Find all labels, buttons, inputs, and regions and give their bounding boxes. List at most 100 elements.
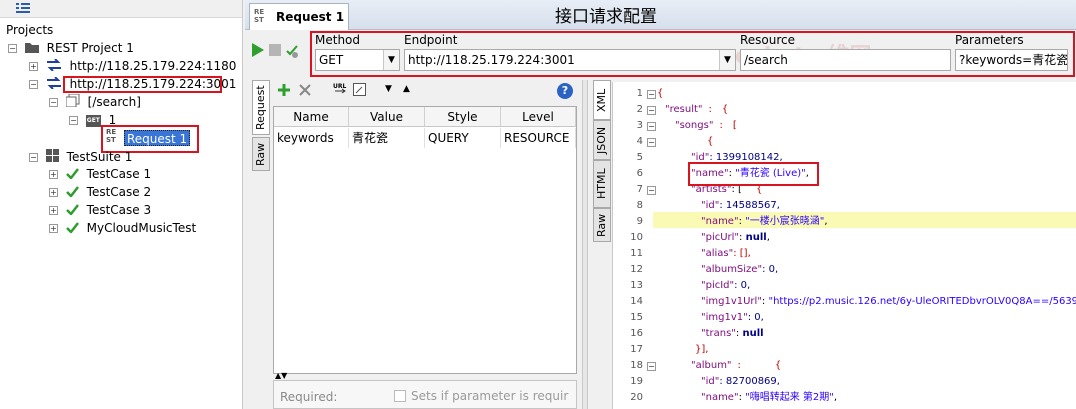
tab-raw[interactable]: Raw: [252, 137, 270, 171]
code-line: "result":{: [665, 104, 729, 115]
fold-icon[interactable]: −: [647, 122, 656, 131]
line-number: 17: [630, 344, 643, 355]
service-icon: [46, 57, 62, 76]
expand-icon[interactable]: +: [49, 170, 58, 179]
column-header[interactable]: Name: [274, 107, 349, 127]
tree-item-testsuite[interactable]: − TestSuite 1: [29, 148, 132, 166]
resource-label: [/search]: [87, 95, 141, 109]
request-editor: RE ST Request 1 接口请求配置 cnbeta 维网 Method …: [245, 0, 1076, 409]
table-cell[interactable]: QUERY: [425, 128, 501, 148]
line-number: 20: [630, 392, 643, 403]
tab-xml[interactable]: XML: [593, 80, 611, 120]
line-number: 2: [636, 104, 643, 115]
testsuite-label: TestSuite 1: [66, 150, 133, 164]
remove-param-button[interactable]: [299, 84, 311, 99]
line-number: 8: [636, 200, 643, 211]
column-header[interactable]: Level: [501, 107, 576, 127]
fold-icon[interactable]: −: [647, 138, 656, 147]
service-label: http://118.25.179.224:1180: [69, 59, 237, 73]
line-number: 15: [630, 312, 643, 323]
collapse-icon[interactable]: −: [49, 98, 58, 107]
tree-item-service-1[interactable]: + http://118.25.179.224:1180: [29, 57, 236, 75]
expand-icon[interactable]: +: [29, 62, 38, 71]
tab-json[interactable]: JSON: [593, 120, 611, 160]
highlight-box: [63, 76, 222, 93]
tree-item-testcase[interactable]: + TestCase 2: [49, 183, 151, 201]
response-json-view[interactable]: 1 2 3 4 5 6 7 8 9 10 11 12 13 14 15 16 1…: [612, 82, 1076, 409]
get-method-icon: GET: [85, 114, 101, 127]
code-line: "picUrl": null,: [701, 232, 770, 243]
line-number: 10: [630, 232, 643, 243]
testcase-label: TestCase 3: [86, 203, 152, 217]
code-line: {: [707, 136, 714, 147]
tab-request[interactable]: Request: [252, 80, 270, 135]
tab-request-1[interactable]: RE ST Request 1: [249, 3, 349, 30]
options-icon[interactable]: [285, 44, 299, 61]
tree-item-testcase[interactable]: + MyCloudMusicTest: [49, 219, 196, 237]
splitter[interactable]: [582, 80, 588, 409]
testcase-label: TestCase 1: [86, 167, 152, 181]
edit-icon[interactable]: [353, 83, 366, 99]
fold-icon[interactable]: −: [647, 186, 656, 195]
tree-item-testcase[interactable]: + TestCase 3: [49, 201, 151, 219]
collapse-icon[interactable]: −: [29, 80, 38, 89]
svg-text:URL: URL: [333, 83, 346, 90]
testcase-label: TestCase 2: [86, 185, 152, 199]
code-line: "alias": [],: [701, 248, 751, 259]
rest-request-icon: RE ST: [254, 8, 265, 24]
editor-tab-bar: RE ST Request 1 接口请求配置: [245, 0, 1076, 30]
projects-heading: Projects: [6, 23, 54, 37]
testsuite-icon: [45, 148, 59, 167]
check-icon: [65, 166, 79, 184]
line-number: 14: [630, 296, 643, 307]
list-icon[interactable]: [16, 3, 30, 14]
column-header[interactable]: Value: [349, 107, 425, 127]
params-table: Name Value Style Level keywords 青花瓷 QUER…: [273, 106, 577, 374]
plus-icon: [278, 84, 290, 96]
code-line: }],: [695, 344, 709, 355]
fold-icon[interactable]: −: [647, 90, 656, 99]
line-number: 1: [636, 88, 643, 99]
tree-item-project[interactable]: − REST Project 1: [8, 39, 134, 57]
required-checkbox[interactable]: [394, 390, 406, 402]
service-icon: [46, 75, 62, 94]
page-title: 接口请求配置: [555, 7, 657, 27]
table-cell[interactable]: RESOURCE: [501, 128, 576, 148]
move-down-icon[interactable]: ▼: [385, 84, 392, 94]
tree-item-resource[interactable]: − [/search]: [49, 93, 141, 111]
add-param-button[interactable]: [277, 83, 291, 100]
expand-icon[interactable]: +: [49, 206, 58, 215]
navigator-panel: Projects − REST Project 1 + http://118.2…: [0, 0, 243, 409]
expand-collapse-icon[interactable]: ▲▼: [275, 371, 287, 380]
table-cell[interactable]: keywords: [274, 128, 349, 148]
tree-item-testcase[interactable]: + TestCase 1: [49, 165, 151, 183]
check-icon: [65, 220, 79, 238]
param-details: Required: Sets if parameter is requir: [273, 380, 577, 409]
tab-raw-response[interactable]: Raw: [593, 208, 611, 242]
folder-icon: [24, 40, 39, 58]
collapse-icon[interactable]: −: [29, 153, 38, 162]
required-label: Required:: [280, 390, 338, 404]
check-icon: [65, 202, 79, 220]
fold-icon[interactable]: −: [647, 106, 656, 115]
code-line: "img1v1Url": "https://p2.music.126.net/6…: [701, 296, 1076, 307]
expand-icon[interactable]: +: [49, 224, 58, 233]
fold-icon[interactable]: −: [647, 362, 656, 371]
line-number: 3: [636, 120, 643, 131]
code-line: {: [657, 88, 664, 99]
code-line: "picId": 0,: [701, 280, 751, 291]
collapse-icon[interactable]: −: [69, 116, 78, 125]
run-button[interactable]: [251, 42, 265, 61]
expand-icon[interactable]: +: [49, 188, 58, 197]
move-up-icon[interactable]: ▲: [403, 84, 410, 94]
stop-button[interactable]: [269, 44, 281, 56]
collapse-icon[interactable]: −: [8, 44, 17, 53]
help-icon[interactable]: ?: [557, 83, 573, 99]
url-icon[interactable]: URL: [333, 82, 349, 99]
tab-html[interactable]: HTML: [593, 160, 611, 208]
code-line: "albumSize": 0,: [701, 264, 779, 275]
code-line: "id": 82700869,: [701, 376, 780, 387]
resource-icon: [65, 93, 80, 112]
table-cell[interactable]: 青花瓷: [349, 128, 425, 148]
column-header[interactable]: Style: [425, 107, 501, 127]
